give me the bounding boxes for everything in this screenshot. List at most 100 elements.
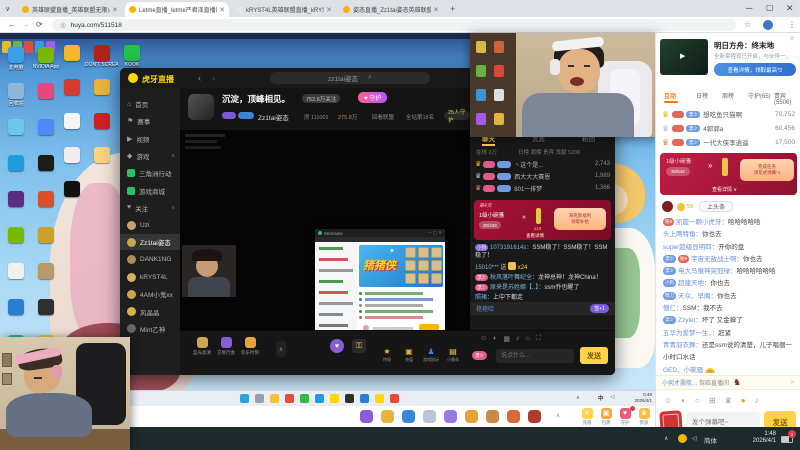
desktop-icon[interactable] [94,79,119,96]
desktop-icon[interactable] [64,113,89,130]
desktop-icon[interactable] [64,147,89,164]
taskbar-app-icon[interactable] [390,394,399,403]
gift-item[interactable] [381,410,394,423]
race-notice-row[interactable]: 小何才震航... 驾临直播间 ♞ ✕ [656,375,800,390]
app-fanclub-banner[interactable]: 第4天 1级小碗骚 30/228 » x24 海克斯福利领取补给 查看详情 [474,200,611,240]
sidebar-tab-日榜[interactable]: 日榜 [696,91,708,100]
sidebar-item-首页[interactable]: ⌂首页 [120,96,180,112]
sidebar-tab-守护(65)[interactable]: 守护(65) [748,91,771,100]
giftbar-action-守护[interactable]: ♥守护 [616,408,634,426]
app-send-button[interactable]: 发送 [580,347,608,364]
window-maximize-button[interactable]: ▢ [766,3,774,12]
desktop-icon[interactable] [38,299,63,316]
streamer-clock[interactable]: 0:48 2026/4/1 [624,392,652,404]
sidebar-item-三角洲行动[interactable]: 三角洲行动 [120,165,180,181]
sidebar-item-DANK1NG[interactable]: DANK1NG [120,252,180,268]
taskbar-app-icon[interactable] [330,394,339,403]
game-window-controls[interactable]: ─ ▢ ✕ [428,230,442,236]
ad-thumbnail[interactable]: ▶ [660,39,708,75]
browser-tab[interactable]: Letme直播_letme严君泽直播间✕ [125,2,229,17]
app-back-icon[interactable]: ‹ [198,73,201,83]
desktop-icon[interactable] [94,113,119,130]
gift-item[interactable] [423,410,436,423]
huya-tray-icon[interactable] [678,434,687,443]
emoji-toolbar-icon[interactable]: ☺ [664,396,672,405]
toolbar-item-交易行会[interactable]: 交易行会 [214,337,238,356]
sidebar-item-kRYST4L[interactable]: kRYST4L [120,269,180,285]
toolbar-item-小黄车[interactable]: ▤小黄车 [442,347,464,363]
new-tab-button[interactable]: + [450,4,455,14]
tab-close-icon[interactable]: ✕ [433,6,439,14]
tab-search-caret-icon[interactable]: ∨ [5,5,10,13]
fan-banner-detail[interactable]: 查看详情 [526,233,544,239]
emoji-toolbar-icon[interactable]: ○ [695,396,700,405]
send-button[interactable]: 发送 [764,411,796,427]
profile-avatar[interactable] [763,20,773,30]
app-search-box[interactable]: zz1tai姿态 ⌕ [270,72,430,84]
league-label[interactable]: 回看联盟 [372,113,394,121]
tray-chevron-icon[interactable]: ∧ [664,435,668,442]
sidebar-item-风晶晶[interactable]: 风晶晶 [120,304,180,320]
guard-button[interactable]: ♥ 守护 [358,92,387,103]
app-video-area[interactable]: WeGame ─ ▢ ✕ 猪猪侠 ✦ [180,130,470,330]
fanclub-banner[interactable]: 1级小碗骚 30/542 » 完成任务领花式弹幕*1 查看详情 ∨ [660,153,797,195]
app-rank-row[interactable]: ♛801一排梦1,366 [470,182,615,194]
taskbar-app-icon[interactable] [345,394,354,403]
sidebar-item-4AM小鬼xx[interactable]: 4AM小鬼xx [120,286,180,302]
giftbar-action-充值[interactable]: ¥充值 [578,408,596,426]
sidebar-tab-互动[interactable]: 互动 [664,91,676,100]
ad-button[interactable]: 查看详情，领取最高*2 [714,63,796,76]
gift-item[interactable] [507,410,520,423]
back-icon[interactable]: ← [8,20,16,29]
pip-webcam-window[interactable] [0,337,130,450]
desktop-icon[interactable] [64,181,89,198]
sidebar-item-Zz1tai姿态[interactable]: Zz1tai姿态 [120,234,180,250]
desktop-icon[interactable] [38,83,63,100]
gift-item[interactable] [402,410,415,423]
desktop-icon[interactable] [8,191,33,208]
app-forward-icon[interactable]: › [212,73,215,83]
rank-row[interactable]: ♛漂少4郭郭a60,456 [656,121,800,135]
browser-tab[interactable]: 英雄联盟直播_英雄联盟无限火力✕ [18,2,122,17]
taskbar-app-icon[interactable] [360,394,369,403]
taskbar-app-icon[interactable] [315,394,324,403]
danmaku-input[interactable] [686,412,760,427]
giftbar-action-贵族[interactable]: ♛贵族 [635,408,653,426]
input-toolbar-icon[interactable]: ▦ [503,335,510,343]
desktop-icon[interactable]: 回收站 [8,83,33,107]
sidebar-item-游戏商城[interactable]: 游戏商城 [120,183,180,199]
toolbar-item-蓝光高清[interactable]: 蓝光高清 [190,337,214,356]
toolbar-item-充值[interactable]: ▣充值 [398,347,420,363]
race-close-icon[interactable]: ✕ [790,379,795,386]
gift-item[interactable] [486,410,499,423]
emoji-toolbar-icon[interactable]: ♛ [725,396,732,405]
volume-icon[interactable]: ◁ [692,435,697,442]
address-bar[interactable]: ◎ huya.com/511518 [52,19,736,31]
fan-banner-button[interactable]: 完成任务领花式弹幕*1 [740,159,794,181]
window-minimize-button[interactable]: ─ [746,3,752,13]
taskbar-app-icon[interactable] [375,394,384,403]
fan-banner-button[interactable]: 海克斯福利领取补给 [554,208,606,230]
window-close-button[interactable]: ✕ [786,3,794,14]
sidebar-item-关注[interactable]: ♥关注∧ [120,200,180,216]
app-chat-input[interactable] [496,349,574,363]
browser-menu-icon[interactable]: ⋮ [788,20,796,29]
ad-title[interactable]: 明日方舟：终末地 [714,40,790,51]
browser-tab[interactable]: kRYST4L英雄联盟直播_kRYST4L✕ [232,2,336,17]
tab-close-icon[interactable]: ✕ [112,6,118,14]
gift-icon[interactable]: ♥ [330,339,344,353]
gift-item[interactable] [444,410,457,423]
taskbar-app-icon[interactable] [255,394,264,403]
desktop-icon[interactable] [38,191,63,208]
desktop-icon[interactable] [38,263,63,280]
collapse-icon[interactable]: ∧ [276,341,286,357]
desktop-icon[interactable] [8,155,33,172]
desktop-icon[interactable] [38,155,63,172]
taskbar-app-icon[interactable] [270,394,279,403]
desktop-icon[interactable]: KOOK [124,45,149,68]
toolbar-item-游戏陪玩[interactable]: ♟游戏陪玩 [420,347,442,363]
desktop-icon[interactable] [38,227,63,244]
game-banner[interactable]: 猪猪侠 ✦ [359,245,443,287]
desktop-icon[interactable] [64,45,89,62]
taskbar-app-icon[interactable] [300,394,309,403]
